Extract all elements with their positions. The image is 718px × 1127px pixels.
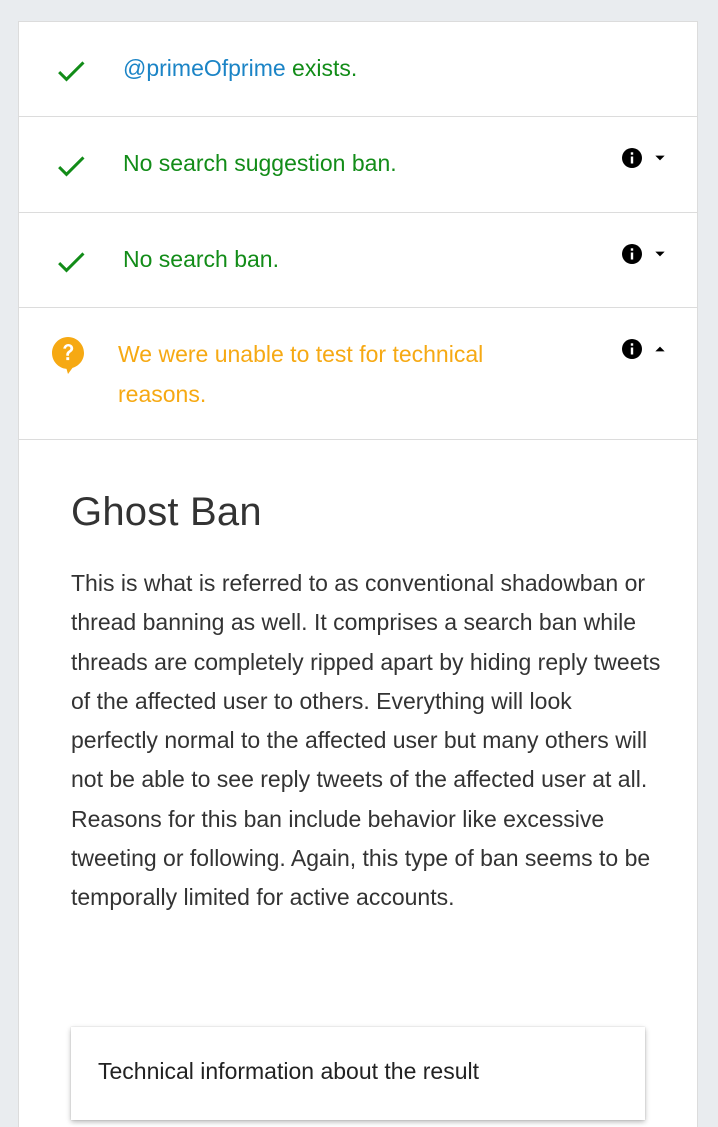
check-icon: [58, 61, 85, 82]
chevron-down-icon[interactable]: [653, 247, 667, 261]
result-row-search: No search ban.: [19, 213, 697, 308]
result-row-exists: @primeOfprime exists.: [19, 22, 697, 117]
row-actions: [620, 242, 667, 266]
info-icon[interactable]: [620, 242, 644, 266]
chevron-up-icon[interactable]: [653, 342, 667, 356]
check-icon: [58, 252, 85, 273]
detail-title: Ghost Ban: [71, 490, 262, 534]
account-handle-link[interactable]: @primeOfprime: [123, 55, 286, 81]
exists-suffix: exists.: [285, 55, 358, 81]
result-row-search-suggestion: No search suggestion ban.: [19, 117, 697, 213]
detail-description: This is what is referred to as conventio…: [71, 570, 661, 911]
search-suggestion-result-label: No search suggestion ban.: [123, 150, 397, 176]
technical-info-label: Technical information about the result: [98, 1058, 479, 1084]
question-bubble-icon: [52, 337, 84, 374]
row-actions: [620, 337, 667, 361]
result-text-exists: @primeOfprime exists.: [123, 48, 357, 88]
check-icon: [58, 156, 85, 177]
info-icon[interactable]: [620, 146, 644, 170]
ghost-ban-result-label: We were unable to test for technical rea…: [118, 341, 484, 407]
search-ban-result-label: No search ban.: [123, 246, 279, 272]
chevron-down-icon[interactable]: [653, 151, 667, 165]
row-actions: [620, 146, 667, 170]
results-card: @primeOfprime exists. No search suggesti…: [18, 21, 698, 1127]
info-icon[interactable]: [620, 337, 644, 361]
result-row-ghost-ban: We were unable to test for technical rea…: [19, 308, 697, 440]
technical-info-expander[interactable]: Technical information about the result: [71, 1027, 645, 1120]
